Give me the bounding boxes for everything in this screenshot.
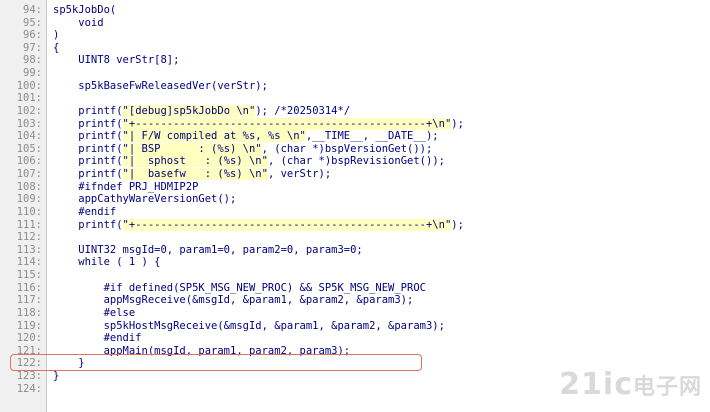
code-text: void [53,16,104,29]
code-line[interactable]: 111: printf("+--------------------------… [0,218,710,232]
line-number: 97: [23,41,42,54]
line-number: 96: [23,29,42,42]
line-number: 99: [23,67,42,80]
code-line[interactable]: 107: printf("| basefw : (%s) \n", verStr… [0,168,710,181]
code-line[interactable]: 112: [0,231,710,244]
code-line[interactable]: 118: #else [0,307,710,320]
code-line[interactable]: 105: printf("| BSP : (%s) \n", (char *)b… [0,142,710,156]
code-line[interactable]: 110: #endif [0,206,710,219]
code-text: ) [53,29,60,42]
code-line[interactable]: 115: [0,269,710,282]
line-number: 107: [16,168,42,181]
line-number: 114: [16,256,42,269]
code-line[interactable]: 114: while ( 1 ) { [0,256,710,269]
code-text: UINT32 msgId=0, param1=0, param2=0, para… [53,243,363,256]
code-text: { [53,41,60,54]
line-number: 98: [23,54,42,67]
code-text: #ifndef PRJ_HDMIP2P [53,180,199,193]
code-text: #endif [53,205,117,218]
code-text: sp5kJobDo( [53,4,117,16]
code-text: printf("+-------------------------------… [53,218,464,231]
code-line[interactable]: 106: printf("| sphost : (%s) \n", (char … [0,155,710,168]
line-number: 103: [16,117,42,130]
code-text: printf("| basefw : (%s) \n", verStr); [53,168,332,181]
line-number: 102: [16,104,42,117]
code-text: printf("| BSP : (%s) \n", (char *)bspVer… [53,142,433,155]
code-line[interactable]: 96:) [0,29,710,42]
code-line[interactable]: 94: sp5kJobDo( [0,4,710,17]
line-number: 104: [16,130,42,143]
code-text: appMsgReceive(&msgId, &param1, &param2, … [53,294,414,307]
watermark-text: 21ic [559,367,633,402]
code-text: printf("+-------------------------------… [53,117,464,130]
code-text: sp5kHostMsgReceive(&msgId, &param1, &par… [53,319,445,332]
watermark-sub: 电子网 [632,375,702,400]
code-line[interactable]: 108: #ifndef PRJ_HDMIP2P [0,181,710,194]
line-number: 124: [16,382,42,395]
code-text: sp5kBaseFwReleasedVer(verStr); [53,79,268,92]
code-line[interactable]: 109: appCathyWareVersionGet(); [0,193,710,206]
code-line[interactable]: 98: UINT8 verStr[8]; [0,54,710,67]
line-number: 101: [16,92,42,105]
line-number: 100: [16,79,42,92]
watermark-logo: 21ic电子网 [559,367,702,402]
code-editor[interactable]: 94: sp5kJobDo(95: void 96:) 97:{98: UINT8 v… [0,0,710,412]
code-text: printf("| sphost : (%s) \n", (char *)bsp… [53,155,445,168]
code-line[interactable]: 102: printf("[debug]sp5kJobDo \n"); /*20… [0,104,710,118]
code-line[interactable]: 103: printf("+--------------------------… [0,117,710,131]
code-text: } [53,369,60,382]
code-text: UINT8 verStr[8]; [53,54,180,67]
code-line[interactable]: 104: printf("| F/W compiled at %s, %s \n… [0,130,710,143]
code-line[interactable]: 113: UINT32 msgId=0, param1=0, param2=0,… [0,244,710,257]
code-text: #else [53,306,136,319]
code-text: printf("| F/W compiled at %s, %s \n",__T… [53,130,439,143]
code-text: #if defined(SP5K_MSG_NEW_PROC) && SP5K_M… [53,281,426,294]
code-line[interactable]: 117: appMsgReceive(&msgId, &param1, &par… [0,294,710,307]
code-line[interactable]: 95: void [0,17,710,30]
line-number: 110: [16,205,42,218]
code-line[interactable]: 101: [0,92,710,105]
line-number: 109: [16,193,42,206]
line-number: 111: [16,218,42,231]
code-line[interactable]: 100: sp5kBaseFwReleasedVer(verStr); [0,80,710,93]
code-line[interactable]: 120: #endif [0,332,710,345]
line-number: 115: [16,269,42,282]
line-number: 94: [23,4,42,16]
line-number: 116: [16,281,42,294]
code-line[interactable]: 119: sp5kHostMsgReceive(&msgId, &param1,… [0,320,710,333]
code-text: printf("[debug]sp5kJobDo \n"); /*2025031… [53,104,351,117]
code-text: #endif [53,332,142,345]
code-line[interactable]: 116: #if defined(SP5K_MSG_NEW_PROC) && S… [0,282,710,295]
line-number: 95: [23,16,42,29]
line-number: 112: [16,231,42,244]
line-number: 118: [16,306,42,319]
highlight-box [10,354,422,371]
line-number: 105: [16,142,42,155]
line-number: 113: [16,243,42,256]
line-number: 120: [16,332,42,345]
code-line[interactable]: 99: [0,67,710,80]
code-text: while ( 1 ) { [53,256,161,269]
line-number: 108: [16,180,42,193]
code-text: appCathyWareVersionGet(); [53,193,237,206]
line-number: 106: [16,155,42,168]
code-line[interactable]: 97: { [0,42,710,55]
line-number: 119: [16,319,42,332]
line-number: 123: [16,369,42,382]
line-number: 117: [16,294,42,307]
